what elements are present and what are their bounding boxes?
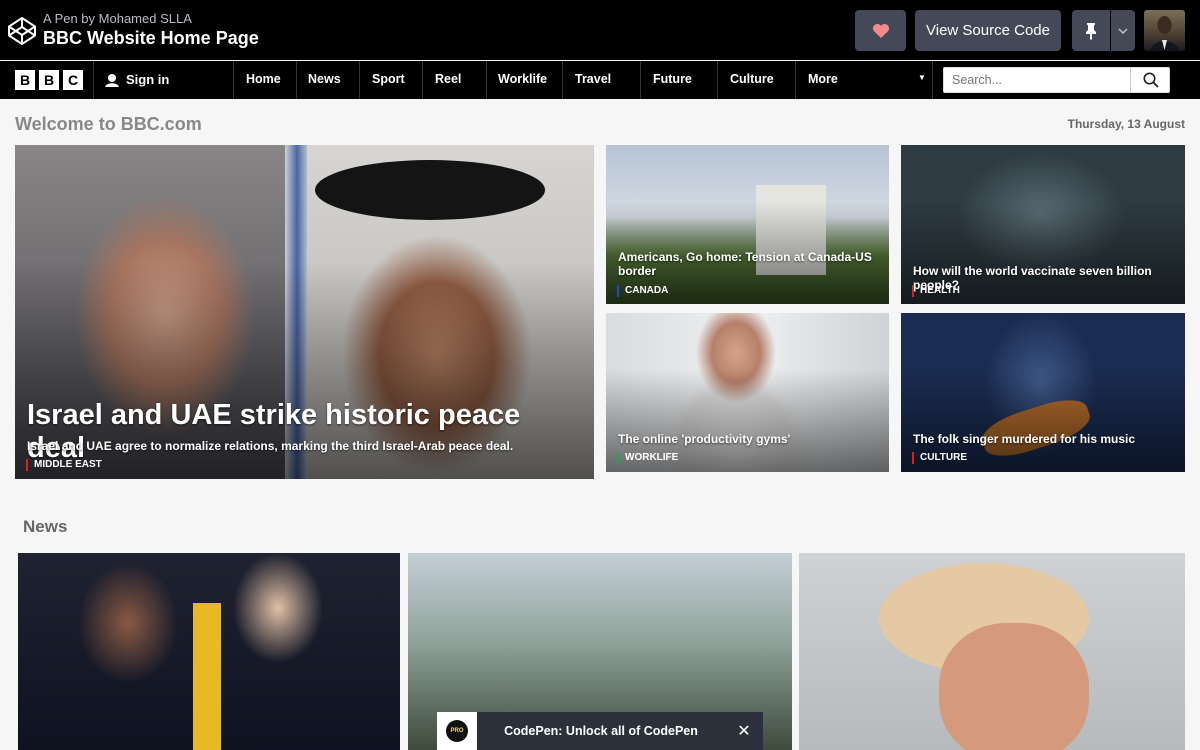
nav-divider [93,61,94,99]
pin-icon [1086,22,1096,40]
story-summary: Israel and UAE agree to normalize relati… [27,439,514,453]
pro-badge-icon: PRO [437,712,477,750]
story-tag[interactable]: CULTURE [912,452,967,464]
current-date: Thursday, 13 August [1067,117,1185,131]
nav-divider [717,61,718,99]
story-headline[interactable]: The online 'productivity gyms' [618,432,877,446]
nav-item-future[interactable]: Future [653,72,692,86]
story-image [939,623,1089,750]
nav-item-more[interactable]: More [808,72,838,86]
story-tag[interactable]: MIDDLE EAST [26,459,102,471]
news-card[interactable] [799,553,1185,750]
view-source-button[interactable]: View Source Code [915,10,1061,51]
nav-divider [422,61,423,99]
story-image [315,160,545,220]
nav-divider [640,61,641,99]
story-headline[interactable]: The folk singer murdered for his music [913,432,1173,446]
story-card[interactable]: How will the world vaccinate seven billi… [901,145,1185,304]
like-button[interactable] [855,10,906,51]
story-headline[interactable]: Americans, Go home: Tension at Canada-US… [618,250,877,278]
nav-divider [486,61,487,99]
nav-divider [233,61,234,99]
nav-divider [932,61,933,99]
story-card[interactable]: The online 'productivity gyms' WORKLIFE [606,313,889,472]
nav-item-home[interactable]: Home [246,72,281,86]
codepen-logo-icon[interactable] [6,15,38,47]
heart-icon [872,23,889,38]
chevron-down-icon [1118,28,1128,34]
logo-letter: B [15,70,35,90]
story-card[interactable]: The folk singer murdered for his music C… [901,313,1185,472]
nav-item-travel[interactable]: Travel [575,72,611,86]
bbc-logo[interactable]: B B C [15,70,83,90]
promo-text[interactable]: CodePen: Unlock all of CodePen [477,724,725,738]
logo-letter: C [63,70,83,90]
signin-link[interactable]: Sign in [104,72,169,87]
codepen-header: A Pen by Mohamed SLLA BBC Website Home P… [0,0,1200,60]
nav-item-news[interactable]: News [308,72,341,86]
avatar-image [1150,16,1179,51]
nav-divider [795,61,796,99]
story-tag[interactable]: HEALTH [912,285,960,297]
nav-divider [562,61,563,99]
nav-divider [296,61,297,99]
nav-item-worklife[interactable]: Worklife [498,72,547,86]
search-icon [1143,72,1159,88]
top-story[interactable]: Israel and UAE strike historic peace dea… [15,145,594,479]
search-button[interactable] [1130,68,1170,92]
more-caret-icon[interactable]: ▼ [918,73,926,82]
pen-title: BBC Website Home Page [43,28,259,48]
welcome-heading: Welcome to BBC.com [15,114,202,134]
story-card[interactable]: Americans, Go home: Tension at Canada-US… [606,145,889,304]
nav-item-culture[interactable]: Culture [730,72,774,86]
pen-byline[interactable]: A Pen by Mohamed SLLA [43,11,192,26]
signin-label: Sign in [126,72,170,87]
story-image [193,603,221,750]
nav-item-sport[interactable]: Sport [372,72,405,86]
search-box [943,67,1170,93]
close-icon[interactable]: ✕ [725,721,763,741]
user-icon [105,73,119,87]
story-tag[interactable]: WORKLIFE [617,452,678,464]
nav-divider [359,61,360,99]
search-input[interactable] [944,68,1130,92]
story-headline[interactable]: Israel and UAE strike historic peace dea… [27,399,582,465]
pin-button[interactable] [1072,10,1110,51]
logo-letter: B [39,70,59,90]
nav-item-reel[interactable]: Reel [435,72,461,86]
story-tag[interactable]: CANADA [617,285,668,297]
pro-badge-label: PRO [446,720,468,742]
news-section-heading: News [23,517,68,536]
pin-menu-button[interactable] [1111,10,1135,51]
user-avatar[interactable] [1144,10,1185,51]
codepen-promo-bar[interactable]: PRO CodePen: Unlock all of CodePen ✕ [437,712,763,750]
news-card[interactable] [18,553,400,750]
